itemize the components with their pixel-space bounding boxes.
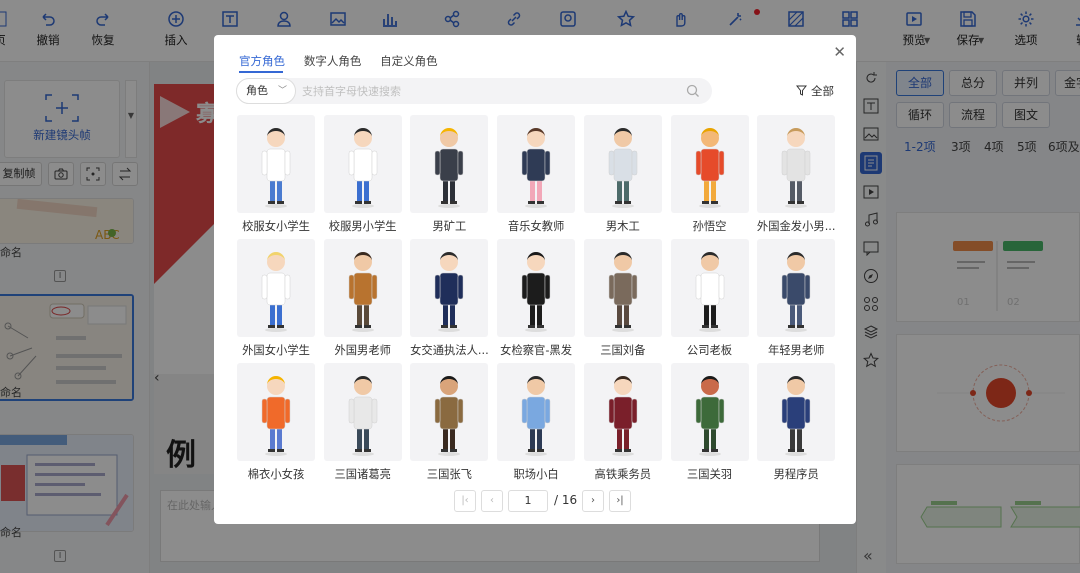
active-tab-indicator xyxy=(239,71,283,73)
character-card[interactable]: 年轻男老师 xyxy=(757,239,836,363)
character-thumbnail xyxy=(757,239,836,337)
character-name: 公司老板 xyxy=(686,344,733,357)
character-name: 女检察官-黑发 xyxy=(500,344,573,357)
character-thumbnail xyxy=(410,115,489,213)
filter-dropdown[interactable]: 全部 xyxy=(796,83,834,99)
character-card[interactable]: 外国男老师 xyxy=(323,239,402,363)
tab-custom-characters[interactable]: 自定义角色 xyxy=(380,53,438,72)
search-icon[interactable] xyxy=(686,84,700,98)
character-name: 孙悟空 xyxy=(692,220,727,233)
search-bar: 角色 ﹀ xyxy=(236,78,712,104)
character-thumbnail xyxy=(757,115,836,213)
character-card[interactable]: 校服女小学生 xyxy=(237,115,315,239)
character-thumbnail xyxy=(583,363,662,461)
search-input[interactable] xyxy=(302,78,682,104)
page-number-input[interactable]: 1 xyxy=(508,490,548,512)
character-name: 音乐女教师 xyxy=(507,220,565,233)
character-thumbnail xyxy=(323,239,402,337)
character-card[interactable]: 棉衣小女孩 xyxy=(237,363,315,487)
character-card[interactable]: 男矿工 xyxy=(410,115,489,239)
character-name: 外国女小学生 xyxy=(242,344,310,357)
character-card[interactable]: 男程序员 xyxy=(757,363,836,487)
character-card[interactable]: 三国刘备 xyxy=(583,239,662,363)
character-name: 年轻男老师 xyxy=(767,344,825,357)
prev-page-button[interactable]: ‹ xyxy=(481,490,503,512)
character-card[interactable]: 音乐女教师 xyxy=(497,115,576,239)
last-page-button[interactable]: ›| xyxy=(609,490,631,512)
character-thumbnail xyxy=(757,363,836,461)
character-name: 校服女小学生 xyxy=(242,220,310,233)
page-total: / 16 xyxy=(554,493,578,507)
character-card[interactable]: 三国关羽 xyxy=(670,363,749,487)
character-picker-dialog: ✕ 官方角色 数字人角色 自定义角色 角色 ﹀ 全部 校服女小学生校服男小学生男… xyxy=(214,35,856,524)
character-thumbnail xyxy=(670,363,749,461)
tab-digital-human[interactable]: 数字人角色 xyxy=(304,53,362,72)
filter-icon xyxy=(796,85,808,96)
character-name: 男矿工 xyxy=(432,220,467,233)
character-name: 女交通执法人... xyxy=(410,344,489,357)
character-name: 职场小白 xyxy=(513,468,559,481)
character-name: 棉衣小女孩 xyxy=(247,468,305,481)
close-icon[interactable]: ✕ xyxy=(833,43,846,61)
role-select[interactable]: 角色 ﹀ xyxy=(236,78,296,104)
character-name: 三国关羽 xyxy=(686,468,733,481)
character-card[interactable]: 男木工 xyxy=(583,115,662,239)
character-name: 三国诸葛亮 xyxy=(334,468,391,481)
character-card[interactable]: 高铁乘务员 xyxy=(583,363,662,487)
character-thumbnail xyxy=(323,363,402,461)
character-card[interactable]: 女交通执法人... xyxy=(410,239,489,363)
character-thumbnail xyxy=(237,239,315,337)
character-name: 校服男小学生 xyxy=(328,220,397,233)
character-tabs: 官方角色 数字人角色 自定义角色 xyxy=(239,53,453,72)
character-thumbnail xyxy=(237,115,315,213)
character-card[interactable]: 公司老板 xyxy=(670,239,749,363)
character-card[interactable]: 校服男小学生 xyxy=(323,115,402,239)
chevron-down-icon: ﹀ xyxy=(277,86,287,96)
character-name: 高铁乘务员 xyxy=(594,468,652,481)
character-name: 男程序员 xyxy=(773,468,819,481)
character-thumbnail xyxy=(410,363,489,461)
role-select-value: 角色 xyxy=(246,84,268,97)
character-card[interactable]: 职场小白 xyxy=(497,363,576,487)
character-thumbnail xyxy=(323,115,402,213)
character-thumbnail xyxy=(583,239,662,337)
character-card[interactable]: 三国张飞 xyxy=(410,363,489,487)
character-thumbnail xyxy=(583,115,662,213)
character-thumbnail xyxy=(497,239,576,337)
character-thumbnail xyxy=(670,115,749,213)
character-card[interactable]: 外国金发小男... xyxy=(757,115,835,239)
character-name: 男木工 xyxy=(605,220,640,233)
character-thumbnail xyxy=(670,239,749,337)
character-card[interactable]: 外国女小学生 xyxy=(237,239,315,363)
tab-official-characters[interactable]: 官方角色 xyxy=(239,53,285,72)
character-card[interactable]: 孙悟空 xyxy=(670,115,749,239)
character-name: 外国金发小男... xyxy=(756,220,836,233)
character-name: 三国张飞 xyxy=(426,468,472,481)
character-card[interactable]: 女检察官-黑发 xyxy=(497,239,576,363)
character-name: 外国男老师 xyxy=(334,344,391,357)
first-page-button[interactable]: |‹ xyxy=(454,490,476,512)
character-thumbnail xyxy=(497,115,576,213)
character-card[interactable]: 三国诸葛亮 xyxy=(323,363,402,487)
character-thumbnail xyxy=(497,363,576,461)
character-thumbnail xyxy=(410,239,489,337)
character-thumbnail xyxy=(237,363,315,461)
next-page-button[interactable]: › xyxy=(582,490,604,512)
character-name: 三国刘备 xyxy=(600,344,646,357)
filter-label: 全部 xyxy=(811,84,834,98)
